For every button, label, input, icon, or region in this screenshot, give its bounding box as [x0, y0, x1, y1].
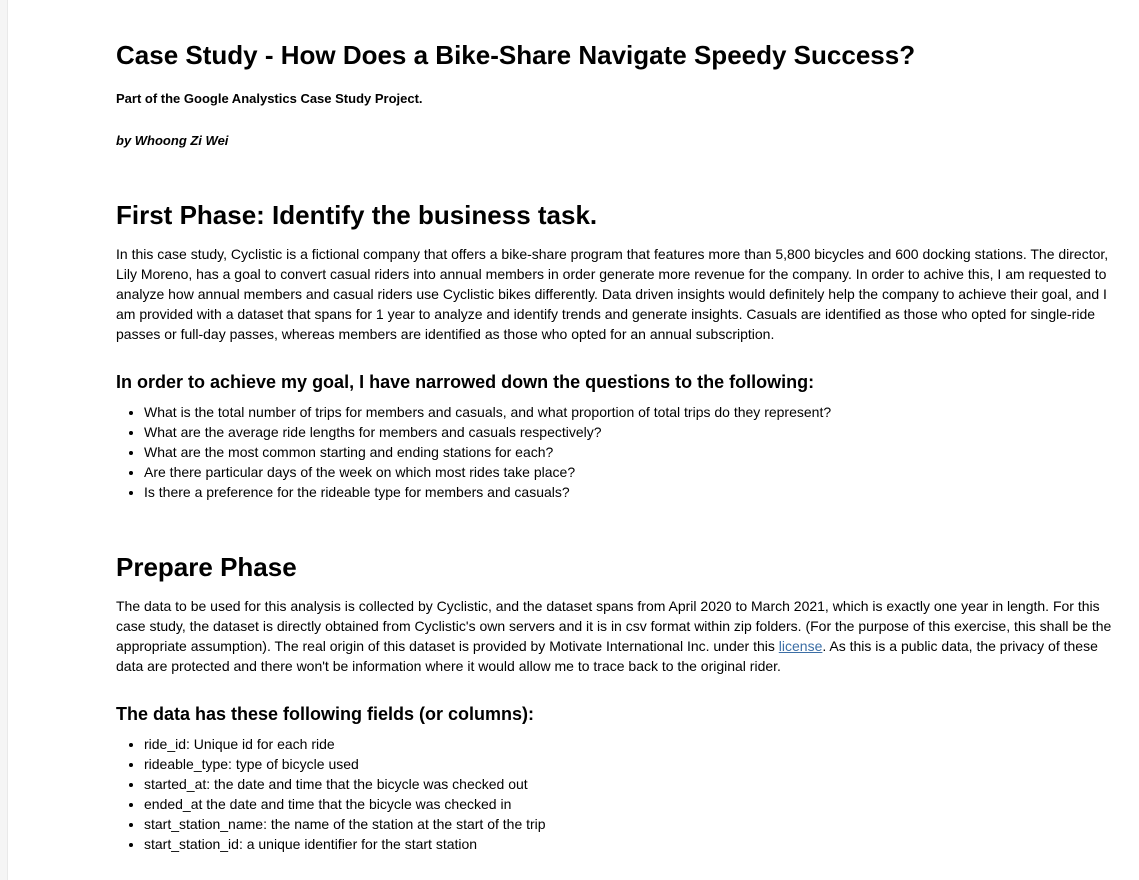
page-subtitle: Part of the Google Analystics Case Study… [116, 91, 423, 106]
list-item: start_station_id: a unique identifier fo… [144, 834, 1126, 854]
author-line: by Whoong Zi Wei [116, 133, 229, 148]
questions-list: What is the total number of trips for me… [116, 402, 1126, 502]
first-phase-heading: First Phase: Identify the business task. [116, 200, 598, 230]
list-item: Are there particular days of the week on… [144, 462, 1126, 482]
document-body: Case Study - How Does a Bike-Share Navig… [116, 38, 1126, 854]
window-left-edge [0, 0, 8, 880]
license-link[interactable]: license [779, 638, 823, 654]
fields-list: ride_id: Unique id for each ride rideabl… [116, 734, 1126, 854]
list-item: Is there a preference for the rideable t… [144, 482, 1126, 502]
fields-heading: The data has these following fields (or … [116, 704, 535, 724]
list-item: ended_at the date and time that the bicy… [144, 794, 1126, 814]
list-item: rideable_type: type of bicycle used [144, 754, 1126, 774]
page-title: Case Study - How Does a Bike-Share Navig… [116, 40, 916, 70]
list-item: start_station_name: the name of the stat… [144, 814, 1126, 834]
prepare-phase-paragraph: The data to be used for this analysis is… [116, 596, 1126, 676]
prepare-phase-heading: Prepare Phase [116, 552, 297, 582]
list-item: started_at: the date and time that the b… [144, 774, 1126, 794]
list-item: What are the most common starting and en… [144, 442, 1126, 462]
list-item: What are the average ride lengths for me… [144, 422, 1126, 442]
list-item: ride_id: Unique id for each ride [144, 734, 1126, 754]
questions-heading: In order to achieve my goal, I have narr… [116, 372, 815, 392]
first-phase-paragraph: In this case study, Cyclistic is a ficti… [116, 246, 1109, 342]
list-item: What is the total number of trips for me… [144, 402, 1126, 422]
